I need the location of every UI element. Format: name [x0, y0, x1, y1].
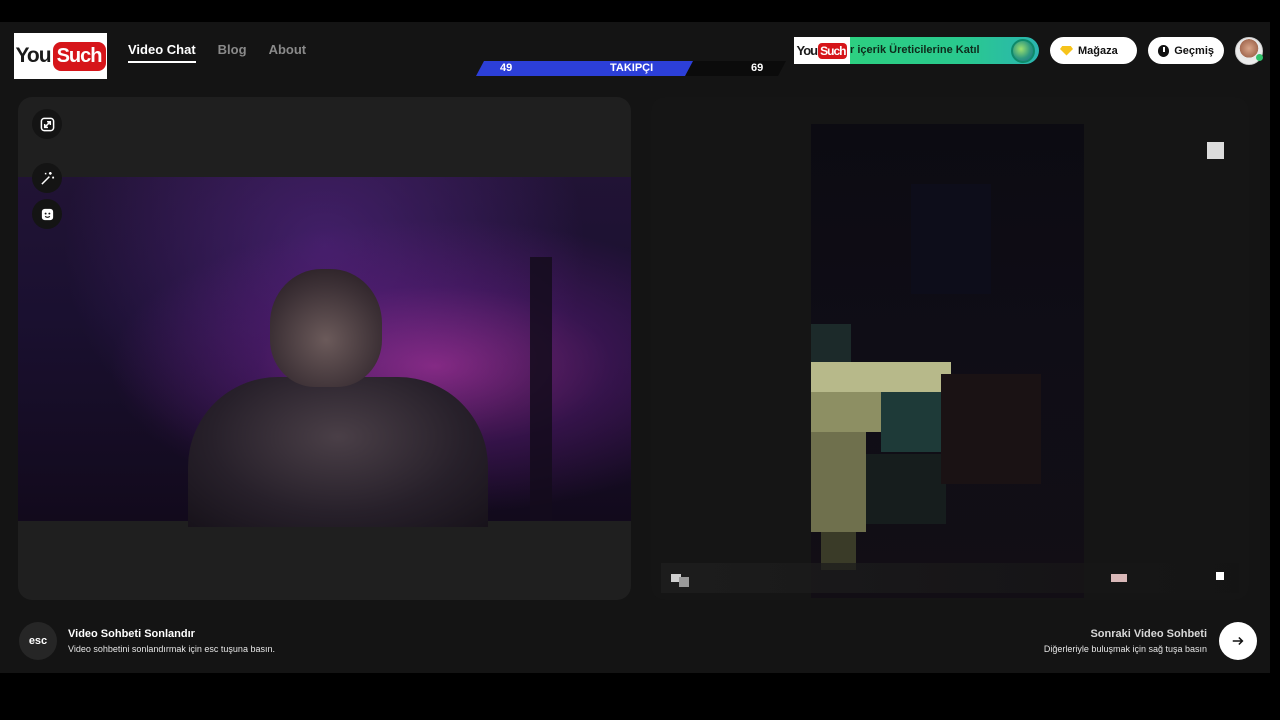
banner-logo-such: Such — [818, 42, 848, 59]
creator-join-banner[interactable]: You Such r içerik Üreticilerine Katıl — [794, 37, 1039, 64]
followers-right-count: 69 — [751, 62, 764, 74]
next-chat-button[interactable] — [1219, 622, 1257, 660]
remote-controls-bar — [661, 563, 1239, 593]
local-video-panel — [18, 97, 631, 600]
arrow-right-icon — [1232, 636, 1244, 646]
store-button[interactable]: Mağaza — [1050, 37, 1137, 64]
gem-icon — [1060, 45, 1073, 56]
remote-video-feed — [811, 124, 1084, 598]
magic-wand-icon — [40, 171, 54, 185]
pixel-block — [811, 362, 951, 394]
remote-stop-button[interactable] — [1207, 142, 1224, 159]
followers-label: TAKIPÇI — [610, 62, 654, 74]
banner-badge-icon — [1011, 39, 1035, 63]
esc-key-label: esc — [28, 635, 48, 647]
logo-text-such: Such — [52, 41, 106, 71]
banner-logo-you: You — [796, 43, 819, 58]
store-label: Mağaza — [1078, 44, 1118, 57]
nav-about[interactable]: About — [269, 42, 307, 63]
followers-bar-track — [685, 61, 786, 76]
remote-indicator-right — [1111, 574, 1127, 582]
user-avatar[interactable] — [1235, 37, 1263, 65]
banner-text: r içerik Üreticilerine Katıl — [850, 44, 980, 56]
main-nav: Video Chat Blog About — [128, 42, 306, 63]
yousuch-logo[interactable]: You Such — [14, 33, 107, 79]
clock-icon — [1158, 44, 1170, 57]
pixel-block — [811, 432, 866, 532]
pixel-block — [866, 454, 946, 524]
history-button[interactable]: Geçmiş — [1148, 37, 1224, 64]
expand-icon — [40, 117, 54, 131]
face-filter-button[interactable] — [32, 199, 62, 229]
history-label: Geçmiş — [1174, 44, 1214, 57]
camera-background-pillar — [530, 257, 552, 521]
remote-fullscreen-button[interactable] — [1216, 572, 1224, 580]
camera-person-head — [270, 269, 382, 387]
logo-text-you: You — [15, 44, 51, 67]
remote-video-panel — [651, 97, 1249, 600]
pixel-block — [941, 374, 1041, 484]
pixel-block — [881, 392, 941, 452]
expand-button[interactable] — [32, 109, 62, 139]
end-chat-button[interactable]: esc — [19, 622, 57, 660]
end-chat-hint: Video sohbetini sonlandırmak için esc tu… — [68, 644, 275, 654]
app-window: You Such Video Chat Blog About 49 TAKIPÇ… — [0, 22, 1270, 673]
nav-video-chat[interactable]: Video Chat — [128, 42, 196, 63]
next-chat-title: Sonraki Video Sohbeti — [1090, 628, 1207, 640]
local-camera-feed — [18, 177, 631, 527]
followers-left-count: 49 — [500, 62, 513, 74]
pixel-block — [911, 184, 991, 294]
next-chat-hint: Diğerleriyle buluşmak için sağ tuşa bası… — [1043, 644, 1207, 654]
nav-blog[interactable]: Blog — [218, 42, 247, 63]
camera-person-body — [188, 377, 488, 527]
remote-indicator-left-2 — [679, 577, 689, 587]
effects-button[interactable] — [32, 163, 62, 193]
end-chat-title: Video Sohbeti Sonlandır — [68, 628, 195, 640]
banner-logo: You Such — [794, 37, 850, 64]
face-filter-icon — [41, 208, 53, 220]
pixel-block — [811, 392, 881, 432]
pixel-block — [811, 324, 851, 364]
followers-bar: 49 TAKIPÇI 69 — [476, 61, 786, 76]
